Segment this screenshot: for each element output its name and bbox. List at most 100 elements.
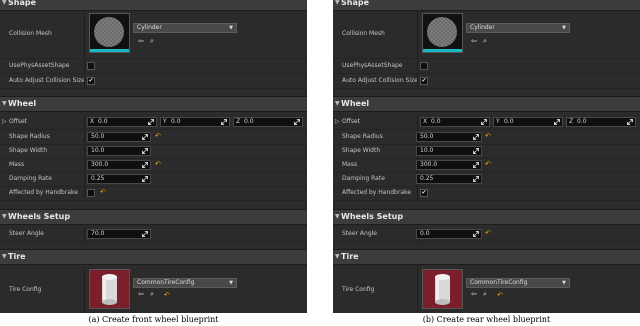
drag-arrows-icon [473,134,479,140]
section-wheel-header[interactable]: ▼ Wheel [0,96,307,112]
reset-to-default-icon[interactable]: ↶ [485,133,491,140]
triangle-right-icon[interactable]: ▷ [2,118,7,125]
collision-mesh-combo[interactable]: Cylinder ▼ [466,23,570,33]
shape-width-label: Shape Width [342,147,381,154]
mass-label: Mass [342,161,358,168]
steer-angle-row: Steer Angle 0.0 ↶ [333,227,640,242]
tire-config-combo[interactable]: CommonTireConfig ▼ [133,278,237,288]
auto-adjust-collision-size-checkbox[interactable]: ✔ [420,77,428,85]
triangle-down-icon: ▼ [2,253,7,260]
arrow-left-icon[interactable]: ⇦ [138,290,144,298]
section-wheel-header[interactable]: ▼ Wheel [333,96,640,112]
triangle-down-icon: ▼ [2,100,7,107]
affected-by-handbrake-checkbox[interactable] [87,189,95,197]
offset-z-field[interactable]: Z 0.0 [233,117,303,127]
offset-z-field[interactable]: Z 0.0 [566,117,636,127]
damping-rate-field[interactable]: 0.25 [87,174,151,184]
section-tire-header[interactable]: ▼ Tire [0,249,307,265]
auto-adjust-collision-size-checkbox[interactable]: ✔ [87,77,95,85]
auto-adjust-collision-size-row: Auto Adjust Collision Size ✔ [0,74,307,89]
mass-label: Mass [9,161,25,168]
mass-field[interactable]: 300.0 [416,160,482,170]
reset-to-default-icon[interactable]: ↶ [164,292,170,299]
offset-x-field[interactable]: X 0.0 [87,117,157,127]
damping-rate-field[interactable]: 0.25 [416,174,482,184]
shape-radius-label: Shape Radius [342,133,383,140]
damping-rate-label: Damping Rate [9,175,52,182]
drag-arrows-icon [627,119,633,125]
section-wheels-setup-header[interactable]: ▼ Wheels Setup [0,209,307,225]
offset-x-field[interactable]: X 0.0 [420,117,490,127]
reset-to-default-icon[interactable]: ↶ [100,189,106,196]
tire-config-thumbnail[interactable] [89,269,130,309]
affected-by-handbrake-label: Affected by Handbrake [342,189,411,196]
offset-y-field[interactable]: Y 0.0 [160,117,230,127]
section-wheels-setup-header[interactable]: ▼ Wheels Setup [333,209,640,225]
drag-arrows-icon [148,119,154,125]
chevron-down-icon: ▼ [229,25,233,31]
offset-label: Offset [9,118,28,125]
drag-arrows-icon [473,231,479,237]
section-tire-header[interactable]: ▼ Tire [333,249,640,265]
offset-y-field[interactable]: Y 0.0 [493,117,563,127]
offset-row: ▷ Offset X 0.0 Y 0.0 Z 0.0 [0,115,307,130]
steer-angle-label: Steer Angle [342,230,377,237]
drag-arrows-icon [554,119,560,125]
mass-field[interactable]: 300.0 [87,160,151,170]
auto-adjust-collision-size-row: Auto Adjust Collision Size ✔ [333,74,640,89]
triangle-down-icon: ▼ [2,213,7,220]
triangle-down-icon: ▼ [2,0,7,6]
arrow-left-icon[interactable]: ⇦ [138,37,144,45]
shape-radius-field[interactable]: 50.0 [416,132,482,142]
magnifier-icon[interactable]: ⌕ [483,290,487,299]
affected-by-handbrake-checkbox[interactable]: ✔ [420,189,428,197]
triangle-down-icon: ▼ [335,253,340,260]
use-phys-asset-shape-checkbox[interactable] [420,62,428,70]
mass-row: Mass 300.0 ↶ [333,158,640,173]
chevron-down-icon: ▼ [229,280,233,286]
magnifier-icon[interactable]: ⌕ [150,290,154,299]
tire-config-label: Tire Config [342,286,375,293]
collision-mesh-thumbnail[interactable] [422,13,463,53]
shape-radius-row: Shape Radius 50.0 ↶ [0,130,307,145]
magnifier-icon[interactable]: ⌕ [483,37,487,46]
checkmark-icon: ✔ [88,77,94,84]
drag-arrows-icon [221,119,227,125]
affected-by-handbrake-row: Affected by Handbrake ↶ [0,186,307,201]
caption-rear: (b) Create rear wheel blueprint [422,315,551,324]
affected-by-handbrake-label: Affected by Handbrake [9,189,78,196]
checkmark-icon: ✔ [421,77,427,84]
shape-width-label: Shape Width [9,147,48,154]
shape-width-field[interactable]: 10.0 [87,146,151,156]
tire-config-thumbnail[interactable] [422,269,463,309]
tire-config-label: Tire Config [9,286,42,293]
drag-arrows-icon [142,231,148,237]
triangle-down-icon: ▼ [335,100,340,107]
damping-rate-label: Damping Rate [342,175,385,182]
reset-to-default-icon[interactable]: ↶ [485,230,491,237]
tire-config-row: Tire Config CommonTireConfig ▼ ⇦ ⌕ ↶ [0,266,307,313]
reset-to-default-icon[interactable]: ↶ [497,292,503,299]
cylinder-thumbnail-icon [427,17,457,47]
steer-angle-field[interactable]: 0.0 [416,229,482,239]
tire-config-combo[interactable]: CommonTireConfig ▼ [466,278,570,288]
reset-to-default-icon[interactable]: ↶ [155,133,161,140]
cylinder-thumbnail-icon [94,17,124,47]
magnifier-icon[interactable]: ⌕ [150,37,154,46]
collision-mesh-thumbnail[interactable] [89,13,130,53]
reset-to-default-icon[interactable]: ↶ [485,161,491,168]
triangle-right-icon[interactable]: ▷ [335,118,340,125]
use-phys-asset-shape-checkbox[interactable] [87,62,95,70]
arrow-left-icon[interactable]: ⇦ [471,290,477,298]
use-phys-asset-shape-row: UsePhysAssetShape [0,59,307,74]
details-panel-front: ▼ Shape Collision Mesh Cylinder ▼ ⇦ ⌕ Us… [0,0,307,313]
triangle-down-icon: ▼ [335,0,340,6]
collision-mesh-combo[interactable]: Cylinder ▼ [133,23,237,33]
shape-width-field[interactable]: 10.0 [416,146,482,156]
arrow-left-icon[interactable]: ⇦ [471,37,477,45]
collision-mesh-label: Collision Mesh [9,30,52,37]
steer-angle-field[interactable]: 70.0 [87,229,151,239]
auto-adjust-collision-size-label: Auto Adjust Collision Size [9,77,85,84]
reset-to-default-icon[interactable]: ↶ [155,161,161,168]
shape-radius-field[interactable]: 50.0 [87,132,151,142]
